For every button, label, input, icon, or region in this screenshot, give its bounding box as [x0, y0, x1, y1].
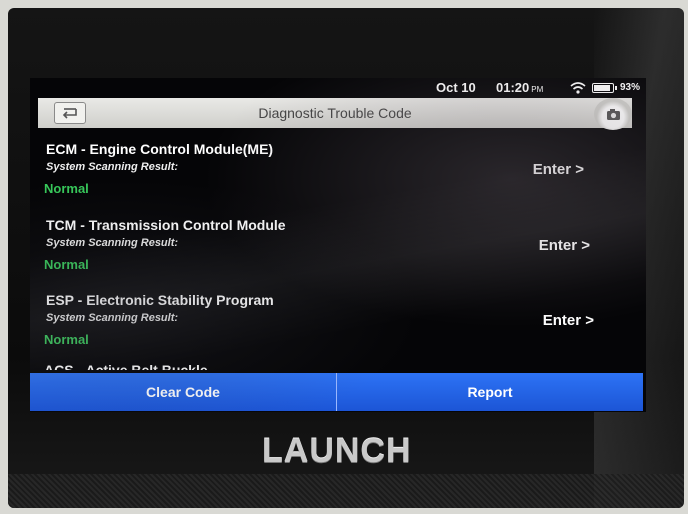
scan-result-label: System Scanning Result:	[46, 312, 179, 324]
battery-icon	[592, 83, 617, 93]
wifi-icon	[570, 82, 586, 94]
enter-button[interactable]: Enter >	[539, 237, 590, 254]
report-button[interactable]: Report	[336, 373, 643, 411]
enter-button[interactable]: Enter >	[533, 161, 584, 178]
module-name: ECM - Engine Control Module(ME)	[46, 141, 274, 157]
brand-logo: LAUNCH	[262, 432, 412, 470]
status-badge: Normal	[44, 257, 89, 272]
clear-code-button[interactable]: Clear Code	[30, 373, 336, 411]
battery-percent: 93%	[620, 82, 641, 93]
device-grip-texture	[8, 474, 684, 508]
scan-result-label: System Scanning Result:	[46, 237, 179, 249]
status-badge: Normal	[44, 332, 89, 347]
title-bar: Diagnostic Trouble Code	[38, 98, 632, 130]
action-bar: Clear Code Report	[30, 373, 643, 411]
device-screen: Oct 10 01:20 PM 93% Diagnostic Trouble Co…	[30, 78, 646, 412]
status-badge: Normal	[44, 181, 89, 196]
module-name: TCM - Transmission Control Module	[46, 217, 286, 233]
status-date: Oct 10	[436, 80, 476, 95]
module-tcm[interactable]: TCM - Transmission Control Module System…	[30, 217, 646, 287]
page-title: Diagnostic Trouble Code	[258, 105, 412, 121]
screenshot-button[interactable]	[594, 98, 632, 130]
enter-button[interactable]: Enter >	[543, 312, 594, 329]
camera-icon	[607, 109, 620, 120]
scan-result-label: System Scanning Result:	[46, 161, 179, 173]
module-name: ESP - Electronic Stability Program	[46, 292, 274, 308]
status-bar: Oct 10 01:20 PM 93%	[30, 78, 646, 98]
module-acs-partial[interactable]: ACS - Active Belt Buckle	[44, 362, 208, 370]
status-time: 01:20 PM	[496, 80, 544, 95]
module-esp[interactable]: ESP - Electronic Stability Program Syste…	[30, 292, 646, 362]
module-ecm[interactable]: ECM - Engine Control Module(ME) System S…	[30, 141, 646, 211]
